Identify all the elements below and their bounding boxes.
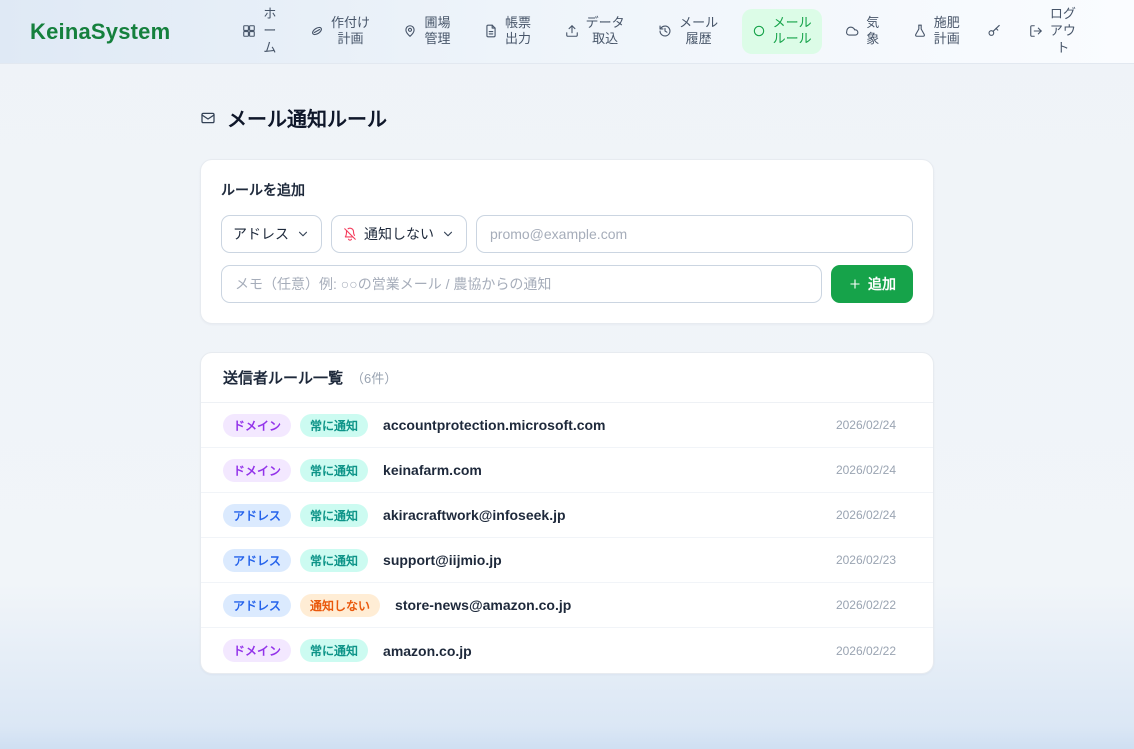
sender-rules-header: 送信者ルール一覧 （6件） <box>201 353 933 403</box>
rule-type-badge: アドレス <box>223 594 291 617</box>
rule-target-text: akiracraftwork@infoseek.jp <box>383 507 566 523</box>
rule-memo-input[interactable] <box>221 265 822 303</box>
nav-item-circle[interactable]: メール ルール <box>742 9 822 55</box>
add-rule-row-1: アドレス 通知しない <box>221 215 913 253</box>
cloud-icon <box>845 24 859 38</box>
nav-items: ホ ー ム 作付け 計画 圃場 管理 帳票 出力 データ 取込 メール 履歴 メ… <box>232 0 1086 63</box>
delete-rule-button[interactable] <box>907 423 911 427</box>
page-title: メール通知ルール <box>200 103 934 132</box>
rule-target-text: accountprotection.microsoft.com <box>383 417 605 433</box>
rule-type-badge: アドレス <box>223 549 291 572</box>
sender-rules-count: （6件） <box>351 368 397 387</box>
nav-item-label: 施肥 計画 <box>934 15 960 49</box>
sprout-icon <box>310 24 324 38</box>
circle-icon <box>752 24 766 38</box>
add-rule-heading: ルールを追加 <box>221 180 913 200</box>
rule-date: 2026/02/23 <box>836 553 896 567</box>
nav-item-flask[interactable]: 施肥 計画 <box>903 9 970 55</box>
rule-type-badge: アドレス <box>223 504 291 527</box>
page-title-text: メール通知ルール <box>227 103 387 132</box>
rule-target-input[interactable] <box>476 215 913 253</box>
key-icon <box>987 24 1001 38</box>
rule-row: アドレス 常に通知 akiracraftwork@infoseek.jp 202… <box>201 493 933 538</box>
chevron-down-icon <box>296 227 310 241</box>
nav-item-label: メール 履歴 <box>679 15 718 49</box>
delete-rule-button[interactable] <box>907 513 911 517</box>
rule-type-badge: ドメイン <box>223 639 291 662</box>
plus-icon <box>848 277 862 291</box>
nav-item-label: データ 取込 <box>586 15 625 49</box>
nav-item-cloud[interactable]: 気 象 <box>835 9 889 55</box>
rule-date: 2026/02/24 <box>836 508 896 522</box>
brand-logo[interactable]: KeinaSystem <box>30 19 170 45</box>
rule-type-badge: ドメイン <box>223 414 291 437</box>
sender-rules-card: 送信者ルール一覧 （6件） ドメイン 常に通知 accountprotectio… <box>200 352 934 674</box>
rule-row: ドメイン 常に通知 keinafarm.com 2026/02/24 <box>201 448 933 493</box>
nav-item-label: メール ルール <box>773 15 812 49</box>
bell-off-icon <box>343 227 357 241</box>
nav-item-key[interactable] <box>983 18 1005 44</box>
add-rule-card: ルールを追加 アドレス 通知しない 追加 <box>200 159 934 324</box>
rule-row: ドメイン 常に通知 accountprotection.microsoft.co… <box>201 403 933 448</box>
rule-target-text: support@iijmio.jp <box>383 552 502 568</box>
rule-row: アドレス 通知しない store-news@amazon.co.jp 2026/… <box>201 583 933 628</box>
rule-action-value: 通知しない <box>364 224 434 244</box>
nav-item-file[interactable]: 帳票 出力 <box>474 9 541 55</box>
delete-rule-button[interactable] <box>907 468 911 472</box>
add-rule-button[interactable]: 追加 <box>831 265 913 303</box>
sender-rules-heading: 送信者ルール一覧 <box>223 367 343 388</box>
rule-target-text: keinafarm.com <box>383 462 482 478</box>
delete-rule-button[interactable] <box>907 649 911 653</box>
history-icon <box>658 24 672 38</box>
add-rule-button-label: 追加 <box>868 274 896 294</box>
delete-rule-button[interactable] <box>907 603 911 607</box>
map-pin-icon <box>403 24 417 38</box>
nav-item-label: ログ アウ ト <box>1050 6 1076 57</box>
grid-icon <box>242 24 256 38</box>
rule-row: アドレス 常に通知 support@iijmio.jp 2026/02/23 <box>201 538 933 583</box>
rule-row: ドメイン 常に通知 amazon.co.jp 2026/02/22 <box>201 628 933 673</box>
rule-action-badge: 常に通知 <box>300 459 368 482</box>
rule-date: 2026/02/22 <box>836 598 896 612</box>
rule-action-badge: 常に通知 <box>300 639 368 662</box>
rule-target-text: amazon.co.jp <box>383 643 472 659</box>
rule-type-select[interactable]: アドレス <box>221 215 322 253</box>
rule-action-badge: 常に通知 <box>300 504 368 527</box>
mail-icon <box>200 110 216 126</box>
rule-action-badge: 常に通知 <box>300 414 368 437</box>
nav-item-label: 圃場 管理 <box>424 15 450 49</box>
main-content: メール通知ルール ルールを追加 アドレス 通知しない 追加 送信者ルー <box>200 64 934 674</box>
nav-item-logout[interactable]: ログ アウ ト <box>1019 0 1086 63</box>
top-nav: KeinaSystem ホ ー ム 作付け 計画 圃場 管理 帳票 出力 データ… <box>0 0 1134 64</box>
flask-icon <box>913 24 927 38</box>
nav-item-history[interactable]: メール 履歴 <box>648 9 728 55</box>
add-rule-row-2: 追加 <box>221 265 913 303</box>
nav-item-label: 作付け 計画 <box>331 15 370 49</box>
file-icon <box>484 24 498 38</box>
nav-item-grid[interactable]: ホ ー ム <box>232 0 286 63</box>
nav-item-upload[interactable]: データ 取込 <box>555 9 635 55</box>
chevron-down-icon <box>441 227 455 241</box>
rule-action-select[interactable]: 通知しない <box>331 215 467 253</box>
sender-rules-list: ドメイン 常に通知 accountprotection.microsoft.co… <box>201 403 933 673</box>
nav-item-label: 帳票 出力 <box>505 15 531 49</box>
nav-item-sprout[interactable]: 作付け 計画 <box>300 9 380 55</box>
nav-item-label: 気 象 <box>866 15 879 49</box>
delete-rule-button[interactable] <box>907 558 911 562</box>
rule-action-badge: 常に通知 <box>300 549 368 572</box>
nav-item-label: ホ ー ム <box>263 6 276 57</box>
rule-date: 2026/02/24 <box>836 418 896 432</box>
rule-type-badge: ドメイン <box>223 459 291 482</box>
rule-target-text: store-news@amazon.co.jp <box>395 597 571 613</box>
rule-action-badge: 通知しない <box>300 594 380 617</box>
rule-date: 2026/02/22 <box>836 644 896 658</box>
upload-icon <box>565 24 579 38</box>
rule-type-value: アドレス <box>233 224 289 244</box>
logout-icon <box>1029 24 1043 38</box>
rule-date: 2026/02/24 <box>836 463 896 477</box>
nav-item-map-pin[interactable]: 圃場 管理 <box>393 9 460 55</box>
